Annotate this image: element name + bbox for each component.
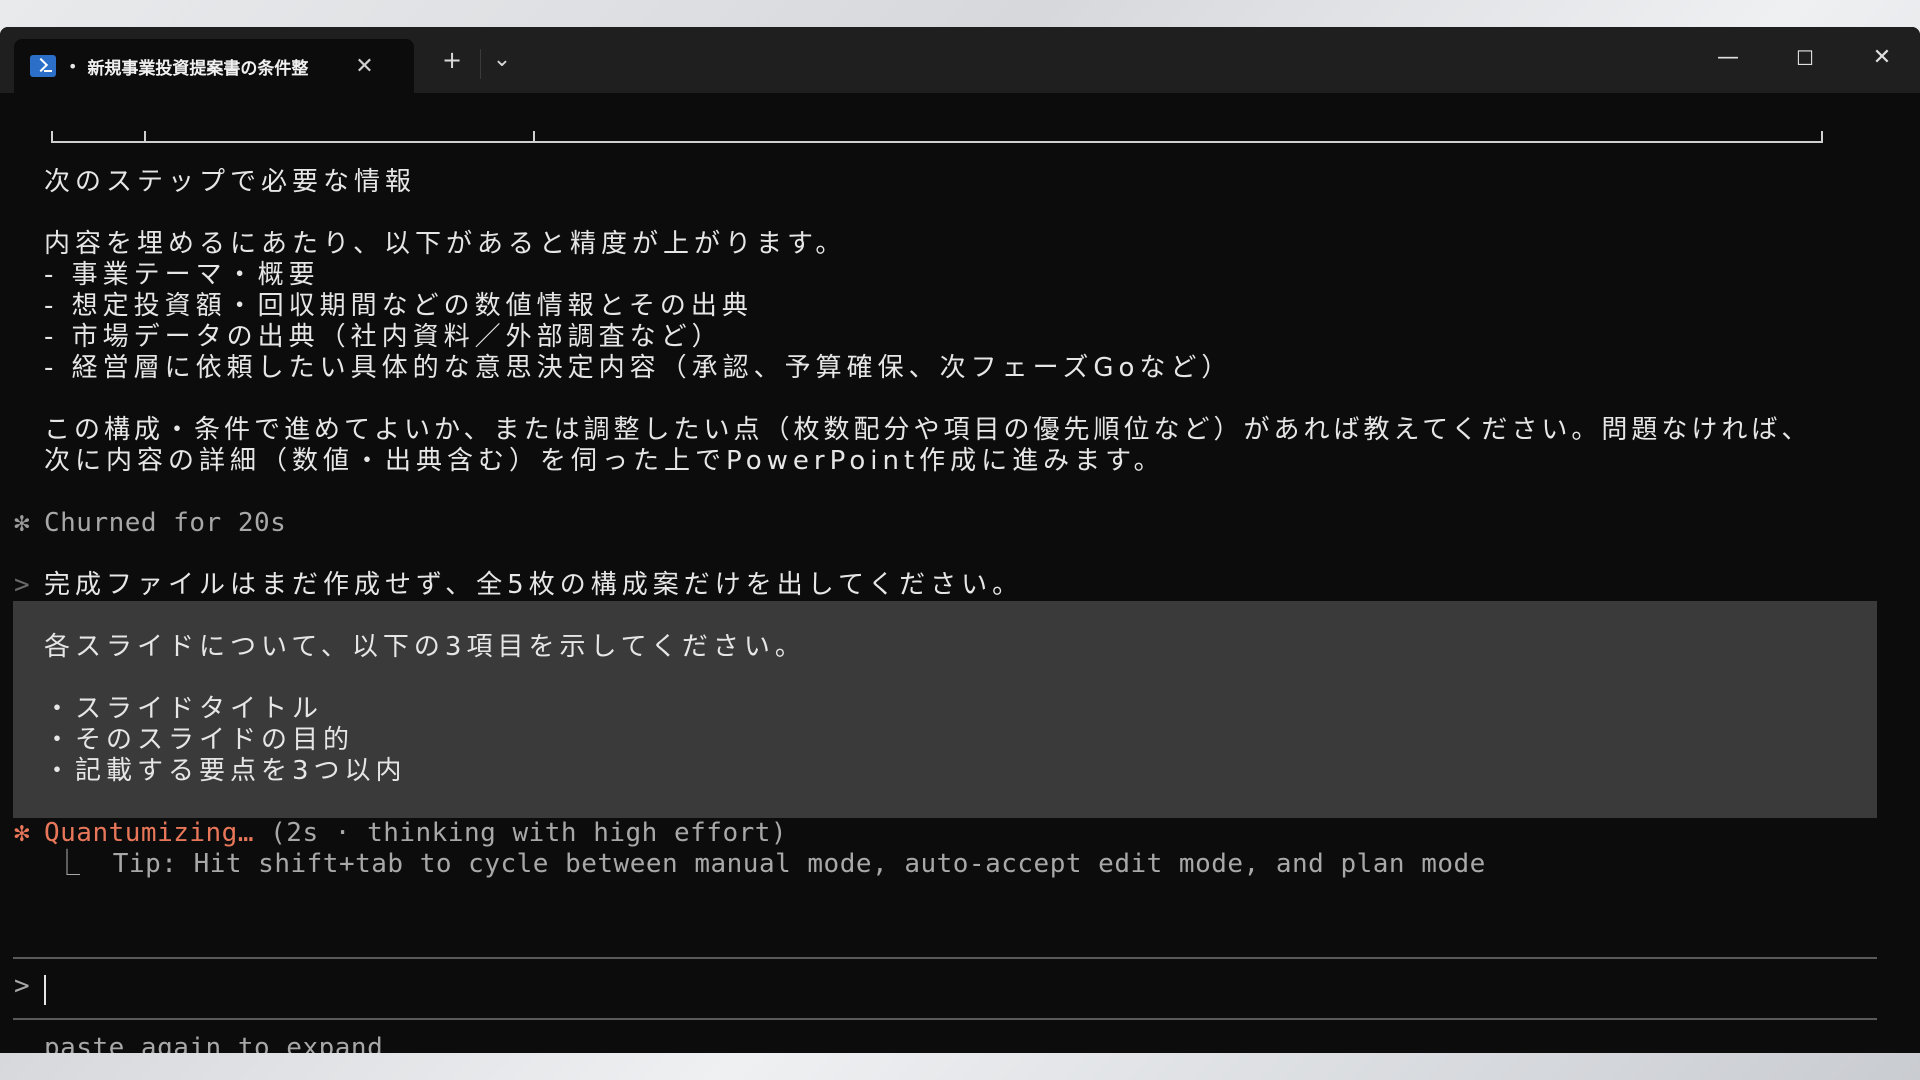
terminal-window: • 新規事業投資提案書の条件整 ✕ + ⌄ — ☐ ✕ 次のステップで必要な情報… <box>0 27 1920 1053</box>
minimize-button[interactable]: — <box>1705 41 1751 75</box>
terminal-output[interactable]: 次のステップで必要な情報 内容を埋めるにあたり、以下があると精度が上がります。 … <box>0 93 1920 1053</box>
tab-dropdown-icon[interactable]: ⌄ <box>482 45 522 75</box>
table-divider <box>144 131 146 143</box>
status-word: Quantumizing… <box>44 818 254 848</box>
user-prompt-marker: > <box>14 570 31 600</box>
tab-activity-indicator: • <box>68 56 78 76</box>
user-message-line: ・記載する要点を3つ以内 <box>44 756 407 786</box>
intro-text: 内容を埋めるにあたり、以下があると精度が上がります。 <box>44 229 847 259</box>
status-detail: (2s · thinking with high effort) <box>254 818 788 848</box>
title-bar: • 新規事業投資提案書の条件整 ✕ + ⌄ — ☐ ✕ <box>0 27 1920 93</box>
list-item: - 想定投資額・回収期間などの数値情報とその出典 <box>44 291 753 321</box>
list-item: - 市場データの出典（社内資料／外部調査など） <box>44 322 723 352</box>
section-heading: 次のステップで必要な情報 <box>44 167 417 197</box>
tab-close-icon[interactable]: ✕ <box>349 54 379 79</box>
text-cursor[interactable] <box>44 975 46 1005</box>
churned-status: Churned for 20s <box>44 508 287 538</box>
powershell-icon <box>30 55 56 77</box>
table-bottom-border <box>51 131 1823 143</box>
status-star-icon: ✻ <box>14 818 31 848</box>
input-top-divider <box>13 957 1877 959</box>
tab-separator <box>480 49 481 79</box>
list-item: - 経営層に依頼したい具体的な意思決定内容（承認、予算確保、次フェーズGoなど） <box>44 353 1233 383</box>
input-bottom-divider <box>13 1018 1877 1020</box>
tip-text: ⎿ Tip: Hit shift+tab to cycle between ma… <box>54 849 1486 879</box>
close-button[interactable]: ✕ <box>1859 41 1905 75</box>
status-line: Quantumizing… (2s · thinking with high e… <box>44 818 787 849</box>
user-message-line: ・そのスライドの目的 <box>44 725 355 755</box>
list-item: - 事業テーマ・概要 <box>44 260 320 290</box>
table-divider <box>533 131 535 143</box>
churned-star-icon: ✻ <box>14 508 31 538</box>
user-message-line: 各スライドについて、以下の3項目を示してください。 <box>44 632 806 662</box>
footer-hint: paste again to expand <box>44 1033 384 1053</box>
tab-active[interactable]: • 新規事業投資提案書の条件整 ✕ <box>14 39 414 93</box>
new-tab-button[interactable]: + <box>432 45 472 75</box>
maximize-button[interactable]: ☐ <box>1782 41 1828 75</box>
closing-text-line-2: 次に内容の詳細（数値・出典含む）を伺った上でPowerPoint作成に進みます。 <box>44 446 1165 476</box>
input-prompt: > <box>14 971 31 1001</box>
user-message-line: ・スライドタイトル <box>44 694 324 724</box>
tab-title: 新規事業投資提案書の条件整 <box>87 58 309 79</box>
user-message-line: 完成ファイルはまだ作成せず、全5枚の構成案だけを出してください。 <box>44 570 1024 600</box>
closing-text-line-1: この構成・条件で進めてよいか、または調整したい点（枚数配分や項目の優先順位など）… <box>44 415 1812 445</box>
